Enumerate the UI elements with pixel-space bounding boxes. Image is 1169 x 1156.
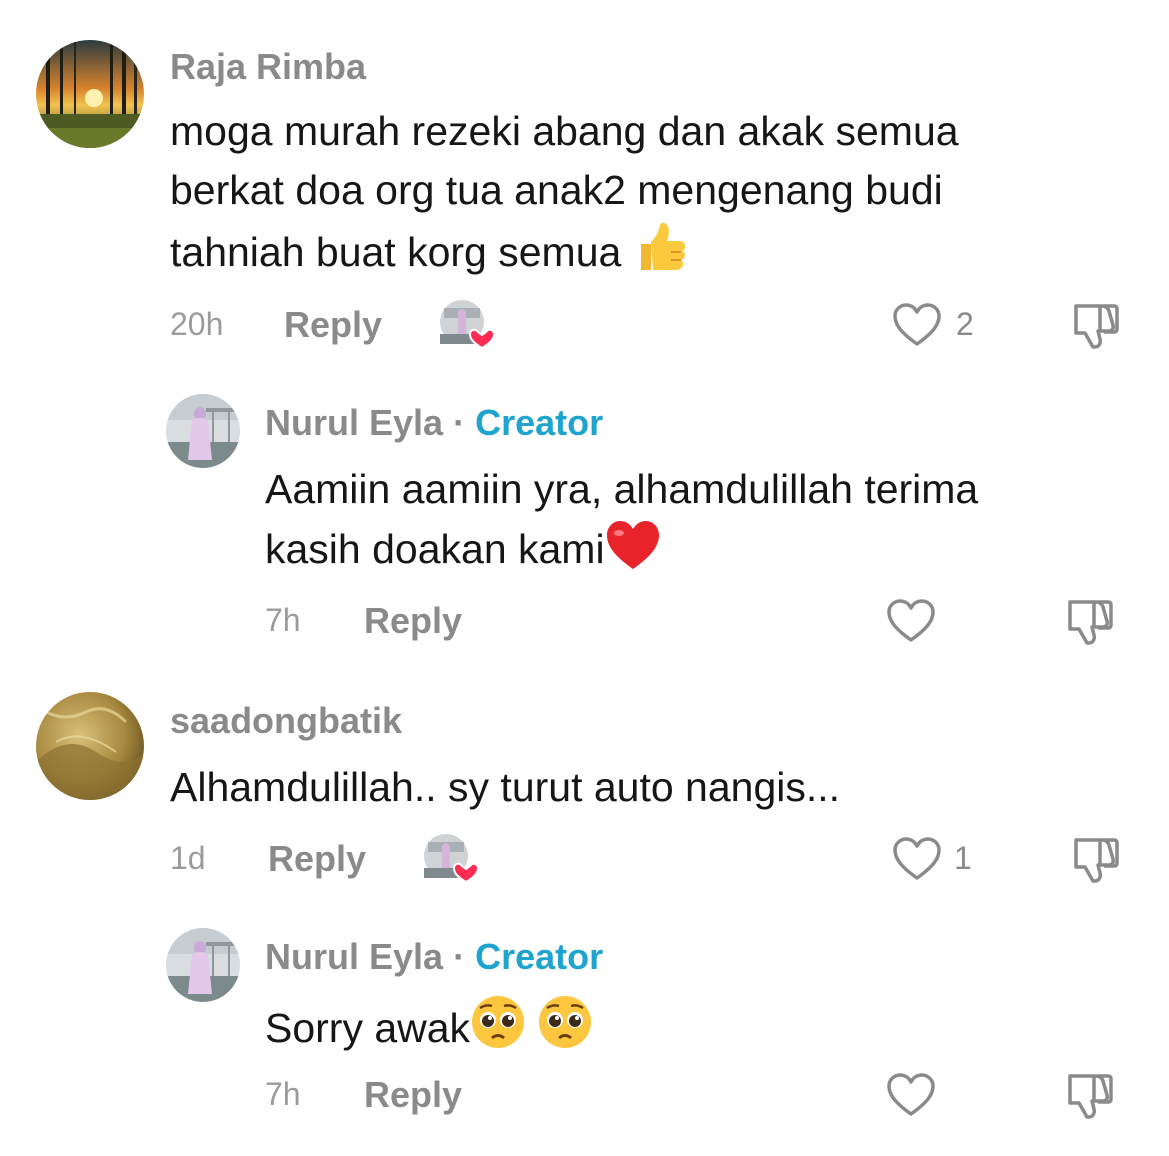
dislike-icon[interactable]: [1064, 596, 1118, 646]
reply-button[interactable]: Reply: [268, 838, 366, 880]
comment-time: 7h: [265, 602, 301, 638]
comment-username[interactable]: Nurul Eyla: [265, 936, 443, 977]
comment-text-line: Aamiin aamiin yra, alhamdulillah terima: [265, 466, 979, 512]
like-count: 2: [956, 306, 974, 342]
comment-text-fragment: kasih doakan kami: [265, 526, 605, 572]
comment-username[interactable]: saadongbatik: [170, 700, 402, 742]
gold-fabric-avatar-icon: [36, 692, 144, 800]
comment-text: Aamiin aamiin yra, alhamdulillah terima …: [265, 460, 978, 587]
dislike-icon[interactable]: [1064, 1070, 1118, 1120]
creator-liked-badge: [436, 298, 496, 356]
like-heart-icon[interactable]: [886, 598, 936, 644]
woman-hijab-avatar-icon: [166, 394, 240, 468]
avatar[interactable]: [166, 928, 240, 1002]
dislike-icon[interactable]: [1070, 300, 1124, 350]
avatar[interactable]: [36, 692, 144, 800]
like-heart-icon[interactable]: [886, 1072, 936, 1118]
comment-time: 20h: [170, 306, 224, 342]
comment-text-line: tahniah buat korg semua: [170, 220, 959, 290]
reply-button[interactable]: Reply: [284, 304, 382, 346]
reply-button[interactable]: Reply: [364, 600, 462, 642]
separator-dot: ·: [453, 402, 466, 443]
comment-text-fragment: tahniah buat korg semua: [170, 229, 622, 275]
comment-text-line: kasih doakan kami: [265, 519, 978, 587]
red-heart-emoji-icon: [605, 519, 661, 587]
comment-text: moga murah rezeki abang dan akak semua b…: [170, 102, 959, 290]
creator-badge: Creator: [475, 936, 604, 977]
comment-username-row: Nurul Eyla · Creator: [265, 402, 603, 444]
comment-username[interactable]: Nurul Eyla: [265, 402, 443, 443]
avatar[interactable]: [36, 40, 144, 148]
reply-button[interactable]: Reply: [364, 1074, 462, 1116]
comment-time: 7h: [265, 1076, 301, 1112]
avatar[interactable]: [166, 394, 240, 468]
comment-text-line: Alhamdulillah.. sy turut auto nangis...: [170, 764, 841, 810]
comment-text-line: Sorry awak: [265, 994, 593, 1066]
pleading-face-emoji-icon: [470, 994, 526, 1066]
like-heart-icon[interactable]: [892, 302, 942, 348]
comment-username-row: Nurul Eyla · Creator: [265, 936, 603, 978]
dislike-icon[interactable]: [1070, 834, 1124, 884]
comment-text-line: berkat doa org tua anak2 mengenang budi: [170, 167, 943, 213]
separator-dot: ·: [453, 936, 466, 977]
thumbs-up-emoji-icon: [633, 220, 689, 290]
creator-badge: Creator: [475, 402, 604, 443]
like-heart-icon[interactable]: [892, 836, 942, 882]
woman-hijab-avatar-icon: [166, 928, 240, 1002]
pleading-face-emoji-icon: [537, 994, 593, 1066]
comment-text-line: moga murah rezeki abang dan akak semua: [170, 108, 959, 154]
comment-text-fragment: Sorry awak: [265, 1005, 471, 1051]
comment-time: 1d: [170, 840, 206, 876]
comment-username[interactable]: Raja Rimba: [170, 46, 366, 88]
like-count: 1: [954, 840, 972, 876]
creator-liked-badge: [420, 832, 480, 890]
comment-text: Sorry awak: [265, 994, 593, 1066]
comment-text: Alhamdulillah.. sy turut auto nangis...: [170, 758, 840, 817]
forest-sunset-avatar-icon: [36, 40, 144, 148]
